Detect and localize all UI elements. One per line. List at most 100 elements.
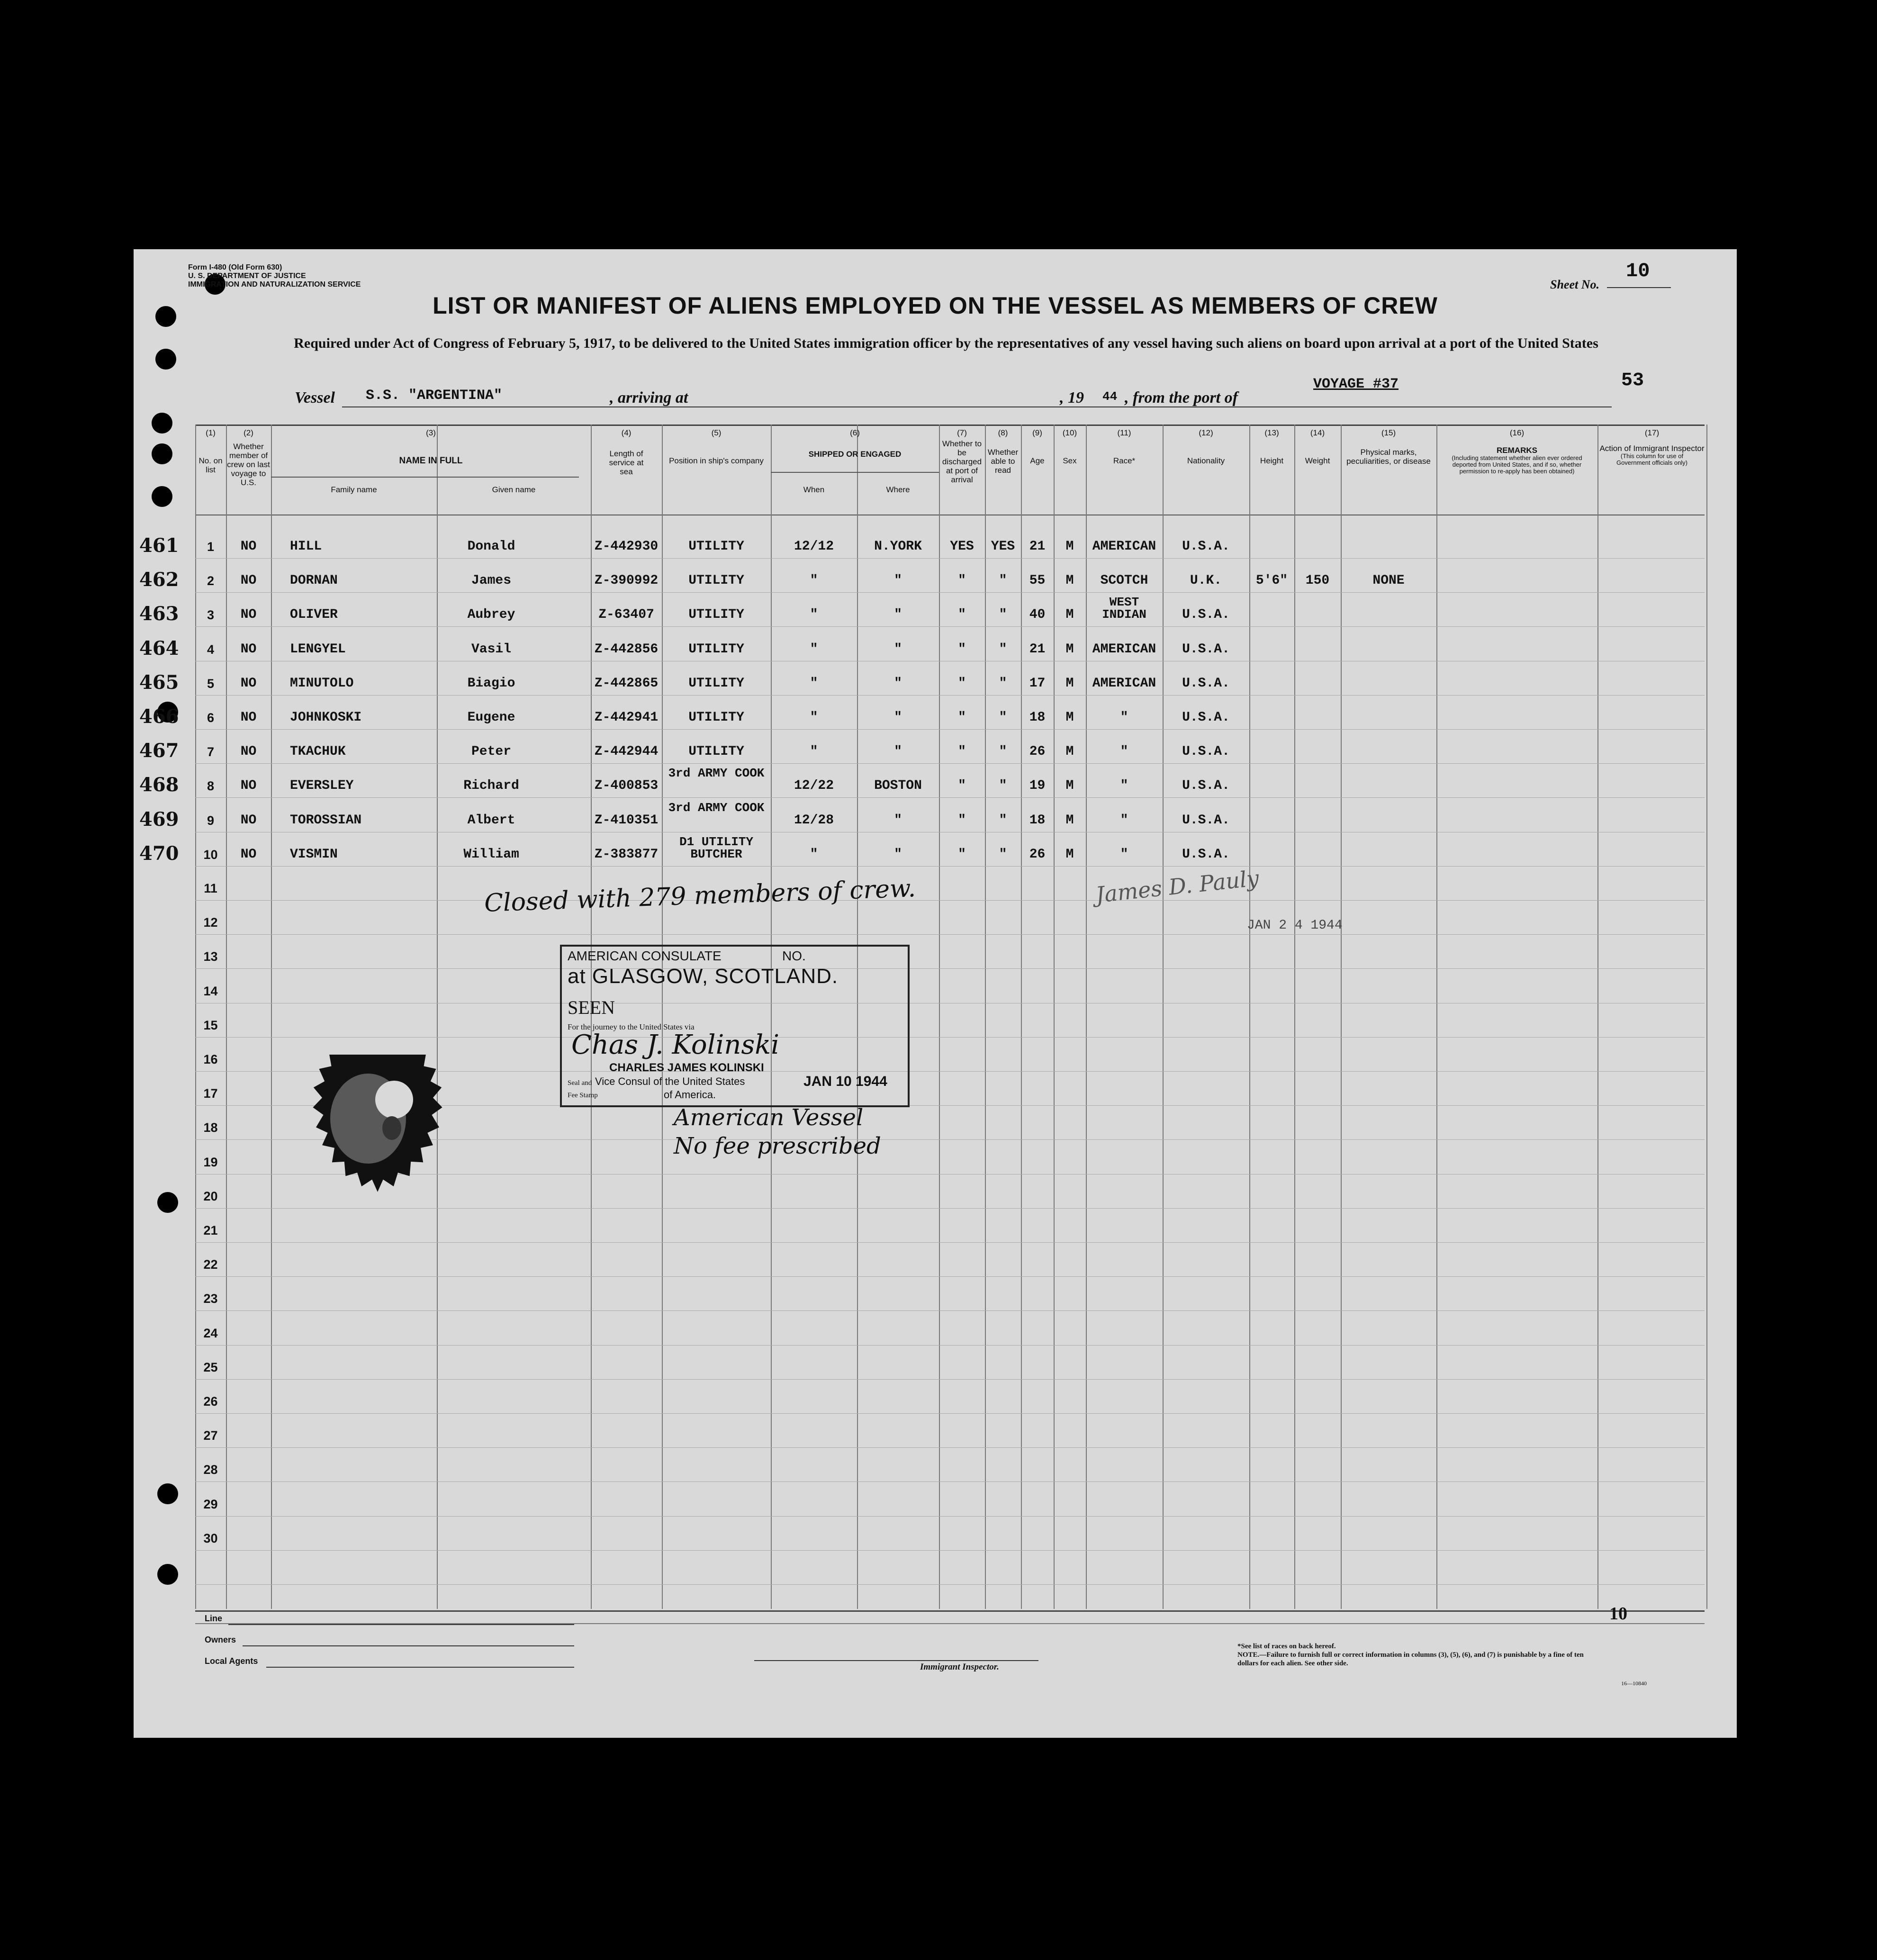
row-rule (195, 626, 1705, 627)
col-num: (7) (957, 428, 967, 437)
family-name: TKACHUK (290, 744, 346, 759)
nationality: U.S.A. (1182, 813, 1230, 828)
discharged: " (958, 573, 966, 588)
discharged: " (958, 710, 966, 725)
given-name: Peter (471, 744, 511, 759)
blank-row-number: 11 (204, 881, 217, 895)
row-rule (195, 592, 1705, 593)
punch-hole (157, 1483, 178, 1504)
col-num: (13) (1264, 428, 1279, 437)
ref-number: 463 (139, 603, 179, 625)
blank-row-number: 13 (203, 949, 218, 964)
sex: M (1065, 573, 1074, 588)
sex: M (1065, 539, 1074, 554)
agents-blank (266, 1667, 574, 1668)
age: 40 (1029, 607, 1046, 623)
blank-row-number: 18 (203, 1120, 218, 1135)
col-num: (10) (1062, 428, 1077, 437)
race: SCOTCH (1100, 573, 1148, 588)
shipped-where: " (894, 744, 902, 759)
prev-voyage: NO (240, 744, 257, 759)
hw-no-fee: No fee prescribed (674, 1133, 881, 1159)
col-num: (16) (1509, 428, 1525, 437)
embossed-seal (313, 1055, 442, 1192)
col-num: (15) (1381, 428, 1396, 437)
blank-row-number: 12 (203, 915, 218, 930)
shipped-when: " (810, 744, 818, 759)
age: 21 (1029, 641, 1046, 657)
shipped-when: " (810, 847, 818, 862)
given-name: Aubrey (467, 607, 515, 623)
service-length: Z-63407 (598, 607, 654, 623)
prev-voyage: NO (240, 710, 257, 725)
col-4-header: (4) Length of service at sea (591, 428, 662, 476)
row-rule (195, 763, 1705, 764)
shipped-when: " (810, 676, 818, 691)
nationality: U.S.A. (1182, 641, 1230, 657)
service-length: Z-442941 (594, 710, 659, 725)
col-label: Age (1030, 456, 1045, 465)
shipped-where: N.YORK (874, 539, 922, 554)
given-name: Eugene (467, 710, 515, 725)
able-to-read: " (999, 710, 1007, 725)
row-number: 1 (207, 540, 215, 554)
punch-hole (157, 1192, 178, 1213)
row-number: 2 (207, 574, 215, 588)
form-number: Form I-480 (Old Form 630) (188, 263, 282, 271)
physical-marks: NONE (1372, 573, 1405, 588)
consul-of-america: of America. (664, 1089, 716, 1101)
race: " (1120, 744, 1128, 759)
family-name: MINUTOLO (290, 676, 354, 691)
col-3b-header: Given name (492, 485, 536, 494)
col-2-header: (2) Whether member of crew on last voyage… (226, 428, 271, 487)
col-6b-header: Where (886, 485, 910, 494)
sex: M (1065, 710, 1074, 725)
col-num: (14) (1310, 428, 1325, 437)
col-6-header: (6) SHIPPED OR ENGAGED (771, 428, 939, 459)
prev-voyage: NO (240, 676, 257, 691)
nationality: U.S.A. (1182, 847, 1230, 862)
print-code: 16—10840 (1621, 1680, 1647, 1687)
ref-number: 469 (139, 808, 179, 831)
race: WEST INDIAN (1102, 595, 1146, 622)
consul-name: CHARLES JAMES KOLINSKI (609, 1061, 764, 1074)
punch-hole (152, 486, 172, 507)
family-name: TOROSSIAN (290, 813, 362, 828)
col-6a-header: When (803, 485, 825, 494)
row-rule (195, 1481, 1705, 1482)
discharged: YES (950, 539, 974, 554)
able-to-read: " (999, 847, 1007, 862)
family-name: VISMIN (290, 847, 338, 862)
service-length: Z-390992 (594, 573, 659, 588)
nationality: U.K. (1190, 573, 1222, 588)
able-to-read: " (999, 573, 1007, 588)
col-label: Whether able to read (987, 448, 1019, 475)
fine-note: NOTE.—Failure to furnish full or correct… (1237, 1651, 1584, 1667)
race: " (1120, 778, 1128, 794)
col-label: Physical marks, peculiarities, or diseas… (1346, 448, 1431, 466)
given-name: Biagio (467, 676, 515, 691)
race: " (1120, 813, 1128, 828)
family-name: EVERSLEY (290, 778, 354, 794)
nationality: U.S.A. (1182, 676, 1230, 691)
blank-row-number: 28 (203, 1463, 218, 1477)
col-label: Whether member of crew on last voyage to… (227, 442, 270, 487)
row-number: 3 (207, 608, 215, 623)
consulate-no-label: NO. (782, 948, 806, 963)
col-15-header: (15) Physical marks, peculiarities, or di… (1341, 428, 1436, 466)
page-subtitle: Required under Act of Congress of Februa… (294, 335, 1598, 351)
col-10-header: (10) Sex (1054, 428, 1086, 465)
shipped-when: " (810, 607, 818, 623)
shipped-when: " (810, 641, 818, 657)
shipped-where: " (894, 641, 902, 657)
prev-voyage: NO (240, 847, 257, 862)
col-17-header: (17) Action of Immigrant Inspector (This c… (1597, 428, 1706, 466)
blank-row-number: 30 (203, 1531, 218, 1545)
blank-row-number: 21 (203, 1223, 218, 1237)
row-rule (195, 558, 1705, 559)
service-length: Z-442930 (594, 539, 659, 554)
able-to-read: " (999, 641, 1007, 657)
nationality: U.S.A. (1182, 710, 1230, 725)
col-num: (2) (244, 428, 253, 437)
col-9-header: (9) Age (1021, 428, 1054, 465)
